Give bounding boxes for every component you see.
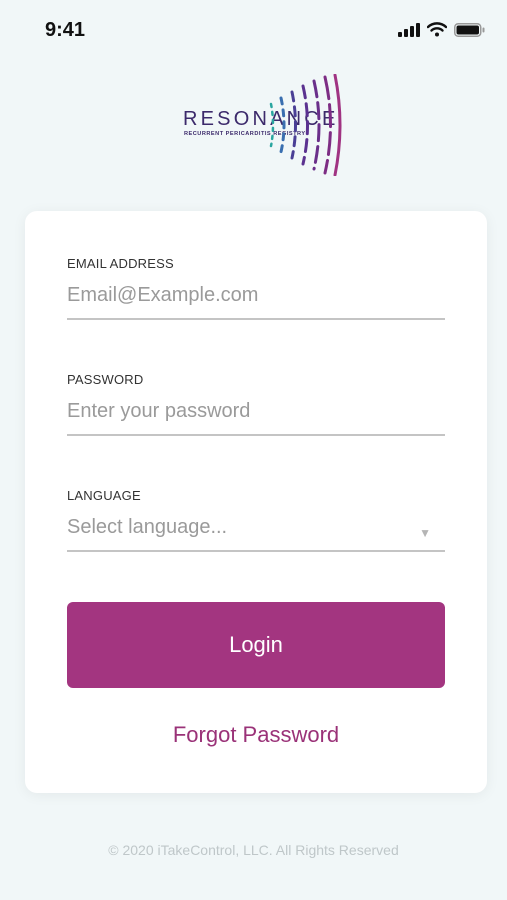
password-input[interactable]: Enter your password	[67, 398, 445, 436]
logo-arcs-icon	[269, 74, 342, 176]
signal-icon	[398, 22, 420, 37]
status-icons	[398, 22, 485, 37]
login-button[interactable]: Login	[67, 602, 445, 688]
email-input[interactable]: Email@Example.com	[67, 282, 445, 320]
wifi-icon	[427, 22, 447, 37]
battery-icon	[454, 22, 485, 37]
resonance-logo: RESONANCE RECURRENT PERICARDITIS REGISTR…	[183, 74, 345, 176]
copyright-footer: © 2020 iTakeControl, LLC. All Rights Res…	[108, 842, 399, 858]
email-field-group: EMAIL ADDRESS Email@Example.com	[67, 256, 445, 320]
password-field-group: PASSWORD Enter your password	[67, 372, 445, 436]
login-card: EMAIL ADDRESS Email@Example.com PASSWORD…	[25, 211, 487, 793]
status-bar: 9:41	[0, 0, 507, 62]
password-label: PASSWORD	[67, 372, 144, 387]
language-select[interactable]: Select language... ▼	[67, 514, 445, 552]
chevron-down-icon: ▼	[419, 526, 431, 540]
status-time: 9:41	[45, 19, 86, 41]
email-label: EMAIL ADDRESS	[67, 256, 174, 271]
language-field-group: LANGUAGE Select language... ▼	[67, 488, 445, 552]
forgot-password-link[interactable]: Forgot Password	[25, 722, 487, 748]
language-label: LANGUAGE	[67, 488, 141, 503]
language-placeholder: Select language...	[67, 516, 228, 538]
